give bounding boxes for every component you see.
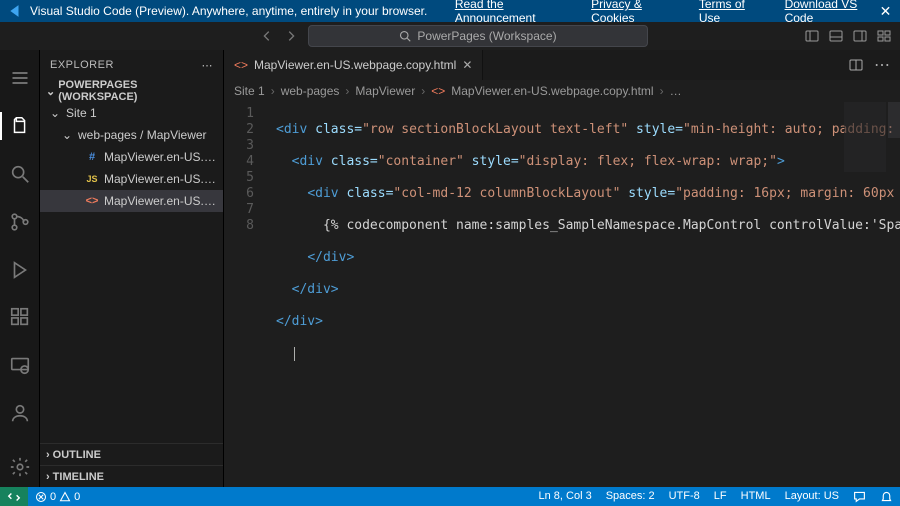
tree-file[interactable]: # MapViewer.en-US.customc…: [40, 146, 223, 168]
chevron-down-icon: ⌄: [46, 85, 55, 98]
timeline-section-header[interactable]: › TIMELINE: [40, 465, 223, 487]
status-spaces[interactable]: Spaces: 2: [599, 490, 662, 502]
tree-folder-site[interactable]: ⌄ Site 1: [40, 102, 223, 124]
vscode-logo-icon: [8, 3, 22, 19]
layout-sidebar-right-icon[interactable]: [852, 28, 868, 44]
layout-sidebar-left-icon[interactable]: [804, 28, 820, 44]
banner-close-icon[interactable]: ✕: [879, 3, 892, 19]
chevron-down-icon: ⌄: [62, 128, 74, 142]
workspace-section-header[interactable]: ⌄ POWERPAGES (WORKSPACE): [40, 80, 223, 102]
text-cursor: [294, 347, 295, 361]
activity-settings-icon[interactable]: [0, 447, 40, 487]
editor-tab[interactable]: <> MapViewer.en-US.webpage.copy.html ✕: [224, 50, 483, 80]
status-feedback-icon[interactable]: [846, 490, 873, 503]
split-editor-icon[interactable]: [848, 57, 864, 73]
tab-close-icon[interactable]: ✕: [462, 58, 472, 72]
vertical-scrollbar[interactable]: [888, 102, 900, 138]
activity-bar: [0, 50, 40, 487]
nav-back-icon[interactable]: [258, 27, 276, 45]
chevron-down-icon: ⌄: [50, 106, 62, 120]
status-bar: 0 0 Ln 8, Col 3 Spaces: 2 UTF-8 LF HTML …: [0, 487, 900, 506]
status-layout[interactable]: Layout: US: [778, 490, 846, 502]
activity-explorer-icon[interactable]: [0, 106, 40, 146]
activity-account-icon[interactable]: [0, 393, 40, 433]
sidebar-more-icon[interactable]: ⋯: [202, 59, 214, 72]
breadcrumb[interactable]: Site 1› web-pages› MapViewer› <> MapView…: [224, 80, 900, 102]
status-bell-icon[interactable]: [873, 490, 900, 503]
activity-extensions-icon[interactable]: [0, 297, 40, 337]
command-center-search[interactable]: PowerPages (Workspace): [308, 25, 648, 47]
html-file-icon: <>: [234, 58, 248, 72]
tab-label: MapViewer.en-US.webpage.copy.html: [254, 58, 456, 72]
status-language[interactable]: HTML: [734, 490, 778, 502]
layout-customize-icon[interactable]: [876, 28, 892, 44]
tree-file[interactable]: JS MapViewer.en-US.customj…: [40, 168, 223, 190]
status-problems[interactable]: 0 0: [28, 487, 87, 506]
announcement-banner: Visual Studio Code (Preview). Anywhere, …: [0, 0, 900, 22]
editor-more-icon[interactable]: ⋯: [874, 55, 890, 75]
activity-menu-icon[interactable]: [0, 58, 40, 98]
editor-tabs: <> MapViewer.en-US.webpage.copy.html ✕ ⋯: [224, 50, 900, 80]
sidebar-title: EXPLORER: [50, 59, 114, 71]
nav-forward-icon[interactable]: [282, 27, 300, 45]
workspace-name: POWERPAGES (WORKSPACE): [58, 79, 217, 103]
tree-folder-webpages[interactable]: ⌄ web-pages / MapViewer: [40, 124, 223, 146]
chevron-right-icon: ›: [46, 449, 50, 461]
banner-text: Visual Studio Code (Preview). Anywhere, …: [30, 4, 427, 18]
search-placeholder: PowerPages (Workspace): [417, 29, 556, 43]
remote-indicator-icon[interactable]: [0, 487, 28, 506]
activity-run-debug-icon[interactable]: [0, 250, 40, 290]
activity-source-control-icon[interactable]: [0, 202, 40, 242]
status-ln-col[interactable]: Ln 8, Col 3: [531, 490, 598, 502]
outline-section-header[interactable]: › OUTLINE: [40, 443, 223, 465]
css-file-icon: #: [84, 151, 100, 163]
activity-remote-icon[interactable]: [0, 345, 40, 385]
status-eol[interactable]: LF: [707, 490, 734, 502]
editor-group: <> MapViewer.en-US.webpage.copy.html ✕ ⋯…: [224, 50, 900, 487]
js-file-icon: JS: [84, 174, 100, 184]
line-gutter: 12345678: [224, 102, 266, 487]
chevron-right-icon: ›: [46, 471, 50, 483]
code-editor[interactable]: 12345678 <div class="row sectionBlockLay…: [224, 102, 900, 487]
minimap[interactable]: [844, 102, 886, 172]
explorer-sidebar: EXPLORER ⋯ ⌄ POWERPAGES (WORKSPACE) ⌄ Si…: [40, 50, 224, 487]
html-file-icon: <>: [84, 195, 100, 207]
activity-search-icon[interactable]: [0, 154, 40, 194]
title-bar: PowerPages (Workspace): [0, 22, 900, 50]
html-file-icon: <>: [431, 84, 445, 98]
layout-panel-icon[interactable]: [828, 28, 844, 44]
tree-file[interactable]: <> MapViewer.en-US.webpag…: [40, 190, 223, 212]
status-encoding[interactable]: UTF-8: [662, 490, 707, 502]
